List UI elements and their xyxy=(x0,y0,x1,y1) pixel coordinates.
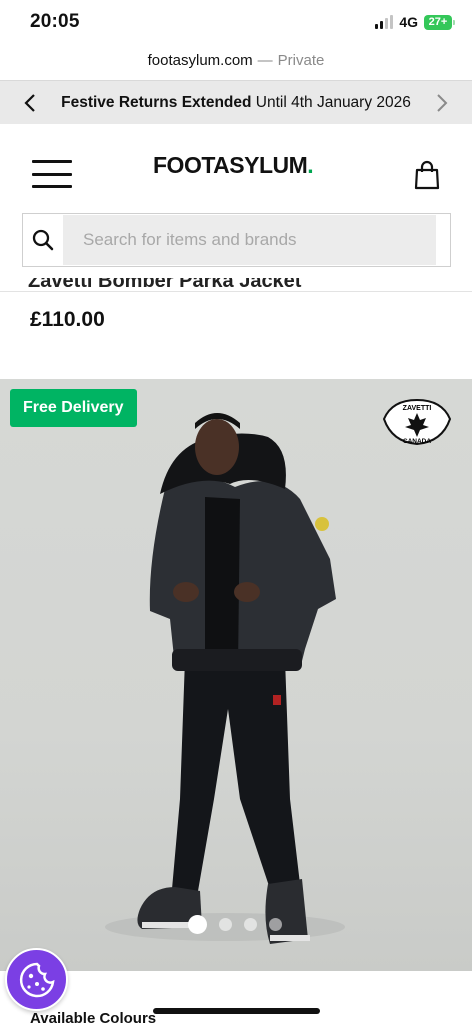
chevron-right-icon xyxy=(437,93,448,112)
site-logo[interactable]: FOOTASYLUM. xyxy=(153,152,314,179)
search-input[interactable] xyxy=(63,215,436,265)
carousel-dot-4[interactable] xyxy=(269,918,282,931)
shopping-bag-icon[interactable] xyxy=(413,160,441,190)
status-indicators: 4G 27+ xyxy=(375,14,455,30)
menu-icon-line xyxy=(32,160,72,163)
carousel-dot-2[interactable] xyxy=(219,918,232,931)
menu-button[interactable] xyxy=(32,160,72,188)
search-icon xyxy=(32,229,54,251)
product-price: £110.00 xyxy=(30,308,105,331)
carousel-indicators xyxy=(188,915,282,934)
url-domain: footasylum.com xyxy=(147,51,253,69)
promo-banner: Festive Returns Extended Until 4th Janua… xyxy=(0,80,472,124)
carousel-dot-3[interactable] xyxy=(244,918,257,931)
status-time: 20:05 xyxy=(30,11,80,32)
cookie-icon xyxy=(19,962,55,997)
search-bar xyxy=(22,213,451,267)
browser-url-bar[interactable]: footasylum.com — Private xyxy=(0,44,472,76)
signal-icon xyxy=(375,15,394,29)
url-separator: — xyxy=(257,51,273,69)
available-colours-heading: Available Colours xyxy=(30,1010,157,1024)
search-button[interactable] xyxy=(23,214,63,266)
chevron-left-icon xyxy=(24,93,35,112)
logo-text: FOOTASYLUM xyxy=(153,152,308,178)
free-delivery-badge: Free Delivery xyxy=(10,389,137,427)
promo-prev-button[interactable] xyxy=(18,91,42,115)
logo-dot: . xyxy=(307,152,314,178)
battery-level: 27+ xyxy=(428,16,448,28)
brand-badge-bottom-text: CANADA xyxy=(403,438,431,445)
cookie-settings-button[interactable] xyxy=(5,948,68,1011)
carousel-dot-1[interactable] xyxy=(188,915,207,934)
browsing-mode: Private xyxy=(277,51,325,69)
home-indicator[interactable] xyxy=(153,1008,320,1014)
network-type: 4G xyxy=(399,14,418,30)
product-photo xyxy=(105,413,345,944)
promo-title: Festive Returns Extended xyxy=(61,93,252,111)
product-image-carousel[interactable]: Free Delivery ZAVETTI CANADA xyxy=(0,379,472,971)
product-title-clip: Zavetti Bomber Parka Jacket xyxy=(28,278,358,294)
site-header: FOOTASYLUM. xyxy=(0,124,472,214)
product-title: Zavetti Bomber Parka Jacket xyxy=(28,278,302,292)
status-bar: 20:05 4G 27+ xyxy=(0,0,472,44)
promo-next-button[interactable] xyxy=(430,91,454,115)
promo-subtitle: Until 4th January 2026 xyxy=(255,93,411,111)
battery-icon: 27+ xyxy=(424,14,455,30)
zavetti-canada-logo: ZAVETTI CANADA xyxy=(382,398,452,446)
promo-message[interactable]: Festive Returns Extended Until 4th Janua… xyxy=(42,94,430,112)
brand-badge-top-text: ZAVETTI xyxy=(403,405,432,412)
